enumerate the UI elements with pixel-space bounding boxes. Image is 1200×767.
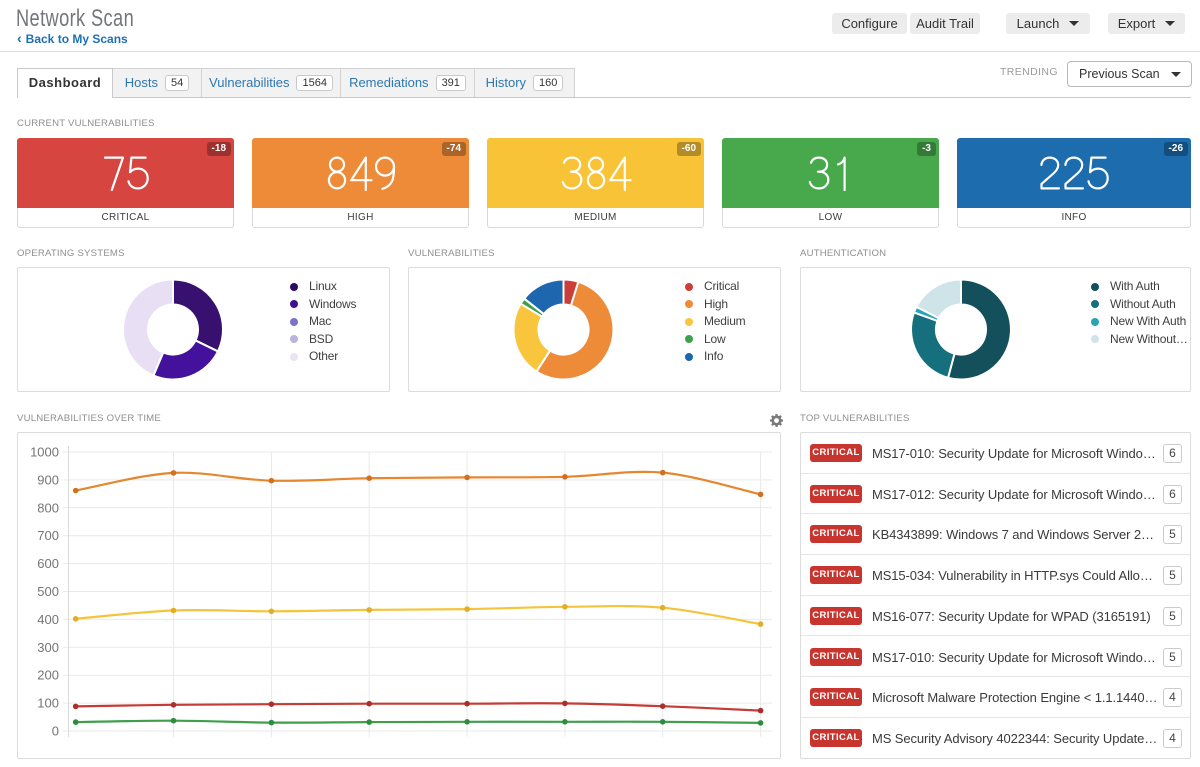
svg-text:200: 200	[37, 668, 59, 683]
svg-text:400: 400	[37, 612, 59, 627]
svg-text:100: 100	[37, 696, 59, 711]
svg-text:0: 0	[52, 724, 59, 739]
svg-text:500: 500	[37, 584, 59, 599]
svg-text:300: 300	[37, 640, 59, 655]
svg-text:900: 900	[37, 472, 59, 487]
svg-text:600: 600	[37, 556, 59, 571]
svg-text:1000: 1000	[30, 445, 59, 460]
svg-text:700: 700	[37, 528, 59, 543]
svg-text:800: 800	[37, 500, 59, 515]
